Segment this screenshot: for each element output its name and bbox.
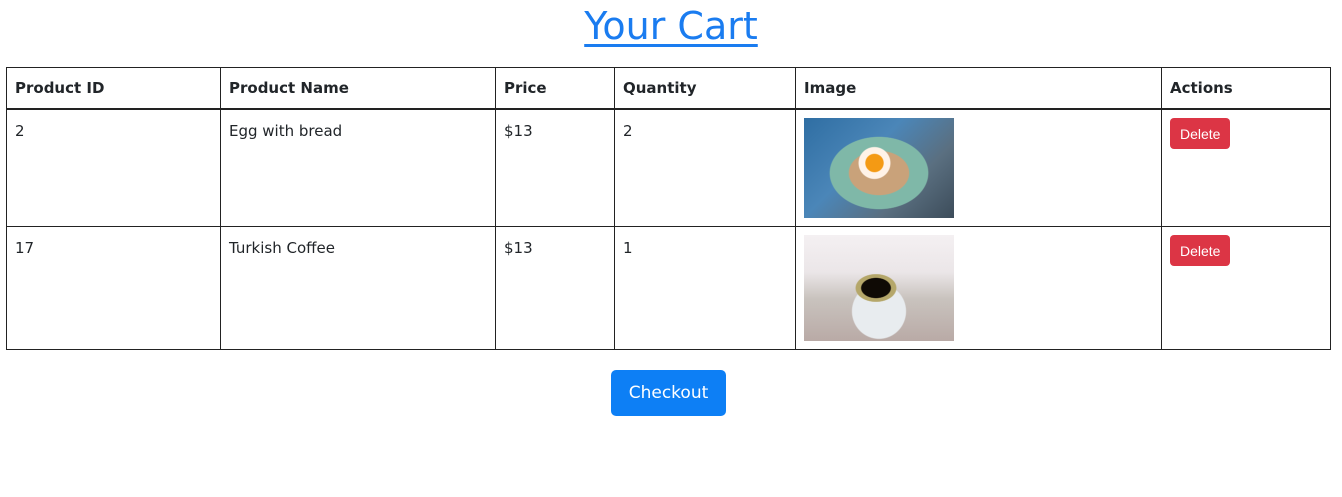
product-name: Egg with bread: [220, 108, 496, 227]
product-image-cell: [795, 226, 1162, 350]
checkout-button[interactable]: Checkout: [611, 370, 726, 416]
header-price: Price: [495, 67, 615, 110]
cart-table: Product ID Product Name Price Quantity I…: [6, 67, 1331, 350]
header-product-name: Product Name: [220, 67, 496, 110]
table-row: 2 Egg with bread $13 2 Delete: [6, 108, 1331, 227]
product-quantity: 1: [614, 226, 796, 350]
header-actions: Actions: [1161, 67, 1331, 110]
product-id: 17: [6, 226, 221, 350]
header-product-id: Product ID: [6, 67, 221, 110]
product-image-cell: [795, 108, 1162, 227]
product-price: $13: [495, 108, 615, 227]
header-quantity: Quantity: [614, 67, 796, 110]
table-header-row: Product ID Product Name Price Quantity I…: [6, 67, 1331, 110]
product-price: $13: [495, 226, 615, 350]
egg-with-bread-image: [804, 118, 954, 218]
product-name: Turkish Coffee: [220, 226, 496, 350]
delete-button[interactable]: Delete: [1170, 118, 1231, 149]
page-title: Your Cart: [0, 2, 1342, 50]
actions-cell: Delete: [1161, 226, 1331, 350]
your-cart-link[interactable]: Your Cart: [584, 4, 758, 48]
delete-button[interactable]: Delete: [1170, 235, 1231, 266]
actions-cell: Delete: [1161, 108, 1331, 227]
product-id: 2: [6, 108, 221, 227]
header-image: Image: [795, 67, 1162, 110]
product-quantity: 2: [614, 108, 796, 227]
table-row: 17 Turkish Coffee $13 1 Delete: [6, 226, 1331, 350]
turkish-coffee-image: [804, 235, 954, 341]
